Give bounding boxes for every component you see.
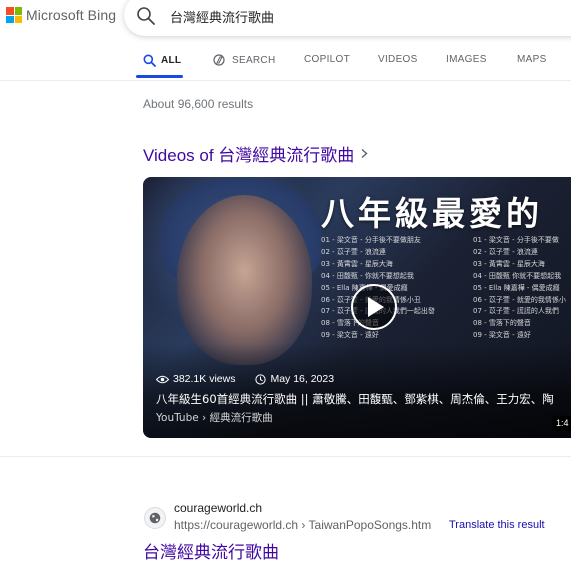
- translate-result-link[interactable]: Translate this result: [449, 519, 545, 531]
- microsoft-logo-icon: [6, 7, 22, 23]
- search-tabs: ALL SEARCH COPILOT VIDEOS IMAGES MAPS: [0, 45, 571, 81]
- result-url[interactable]: https://courageworld.ch › TaiwanPopoSong…: [174, 518, 431, 532]
- play-button[interactable]: [351, 284, 397, 330]
- video-date: May 16, 2023: [270, 373, 335, 385]
- playlist-line: 09 - 梁文音 - 遠好: [473, 331, 531, 340]
- tab-videos[interactable]: VIDEOS: [378, 54, 418, 65]
- thumbnail-playlist-right: 01 - 梁文音 - 分手後不要做 02 - 苡子萱 - 浪流連 03 - 黃霄…: [473, 235, 566, 342]
- video-card[interactable]: 八年級最愛的 01 - 梁文音 - 分手後不要做朋友 02 - 苡子萱 - 浪流…: [143, 177, 571, 438]
- videos-section-heading[interactable]: Videos of 台灣經典流行歌曲: [143, 141, 369, 166]
- logo-text: Microsoft Bing: [26, 7, 117, 23]
- tab-label: IMAGES: [446, 54, 487, 65]
- result-site-name[interactable]: courageworld.ch: [174, 501, 262, 515]
- copilot-search-icon: [213, 54, 225, 66]
- playlist-line: 01 - 梁文音 - 分手後不要做朋友: [321, 236, 421, 244]
- tab-label: MAPS: [517, 54, 547, 65]
- thumbnail-title: 八年級最愛的: [321, 194, 543, 233]
- tab-maps[interactable]: MAPS: [517, 54, 547, 65]
- playlist-line: 03 - 黃霄雲 - 星辰大海: [321, 259, 393, 268]
- tab-label: COPILOT: [304, 54, 350, 65]
- video-meta: 382.1K views May 16, 2023: [156, 373, 334, 385]
- playlist-line: 06 - 苡子萱 - 就愛的我情係小: [473, 295, 566, 304]
- tab-all[interactable]: ALL: [143, 54, 181, 67]
- tab-copilot[interactable]: COPILOT: [304, 54, 350, 65]
- eye-icon: [156, 375, 169, 383]
- playlist-line: 08 - 雪落下的聲音: [473, 319, 531, 328]
- site-favicon: [144, 507, 166, 529]
- playlist-line: 07 - 苡子萱 - 謊謊的人我們: [473, 307, 559, 316]
- videos-heading-text: Videos of 台灣經典流行歌曲: [143, 146, 355, 165]
- playlist-line: 05 - Ella 陳嘉樺 - 偶愛成癮: [473, 283, 560, 292]
- tab-images[interactable]: IMAGES: [446, 54, 487, 65]
- search-input[interactable]: 台灣經典流行歌曲: [170, 7, 274, 26]
- tab-label: ALL: [161, 55, 182, 66]
- tab-label: SEARCH: [232, 55, 276, 66]
- playlist-line: 02 - 苡子萱 - 浪流連: [321, 247, 386, 256]
- video-duration-badge: 1:4: [552, 416, 571, 431]
- tab-search[interactable]: SEARCH: [213, 54, 275, 67]
- section-divider: [0, 456, 571, 457]
- playlist-line: 01 - 梁文音 - 分手後不要做: [473, 236, 559, 244]
- video-title[interactable]: 八年級生60首經典流行歌曲 || 蕭敬騰、田馥甄、鄧紫棋、周杰倫、王力宏、陶: [156, 391, 554, 407]
- playlist-line: 04 - 田馥甄 - 你就不要想起我: [321, 271, 414, 280]
- bing-logo[interactable]: Microsoft Bing: [6, 7, 116, 23]
- play-icon: [368, 297, 384, 317]
- playlist-line: 03 - 黃霄雲 - 星辰大海: [473, 259, 545, 268]
- active-tab-indicator: [136, 75, 183, 78]
- results-count: About 96,600 results: [143, 97, 254, 111]
- playlist-line: 02 - 苡子萱 - 浪流連: [473, 247, 538, 256]
- thumbnail-singer-image: [177, 195, 312, 365]
- video-source: YouTube › 經典流行歌曲: [156, 412, 273, 424]
- search-icon: [143, 54, 156, 67]
- tab-label: VIDEOS: [378, 54, 418, 65]
- playlist-line: 09 - 梁文音 - 遠好: [321, 331, 379, 340]
- result-title-link[interactable]: 台灣經典流行歌曲: [143, 538, 279, 563]
- clock-icon: [255, 373, 267, 385]
- chevron-right-icon: [361, 149, 368, 158]
- playlist-line: 04 - 田馥甄 你就不要想起我: [473, 271, 562, 280]
- search-icon[interactable]: [136, 6, 156, 26]
- video-views: 382.1K views: [173, 373, 236, 385]
- globe-icon: [149, 512, 161, 524]
